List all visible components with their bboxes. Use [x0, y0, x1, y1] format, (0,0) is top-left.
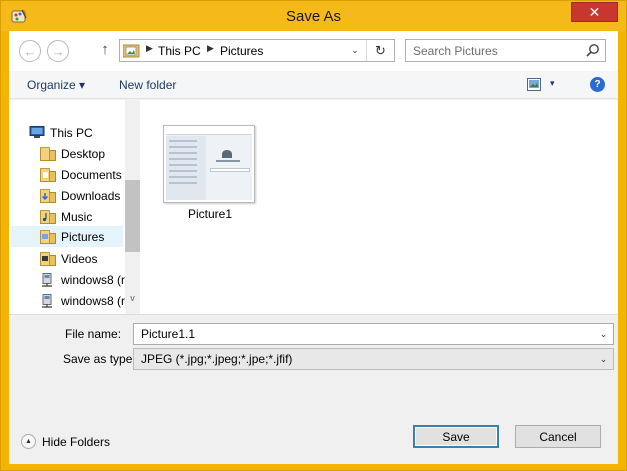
browser-area: This PC Desktop Documents Downloads Musi… [9, 100, 618, 314]
dialog-body: ← → ↑ ▶ This PC ▶ Pictures ⌄ ↻ Search Pi… [9, 31, 618, 464]
up-button[interactable]: ↑ [97, 41, 113, 61]
address-bar[interactable]: ▶ This PC ▶ Pictures ⌄ ↻ [119, 39, 395, 62]
nav-item-network-drive[interactable]: windows8 (r [40, 269, 125, 290]
nav-item-label: Pictures [61, 229, 105, 244]
window-title: Save As [285, 8, 342, 25]
search-input[interactable] [406, 40, 581, 61]
nav-scrollbar-thumb[interactable] [125, 180, 140, 252]
nav-item-label: Music [61, 209, 93, 224]
folder-download-icon [40, 188, 56, 203]
view-options-dropdown[interactable]: ▾ [550, 78, 555, 89]
change-view-icon[interactable] [527, 78, 541, 91]
chevron-down-icon[interactable]: ⌄ [597, 352, 610, 366]
nav-item-downloads[interactable]: Downloads [40, 185, 120, 206]
new-folder-button[interactable]: New folder [119, 78, 176, 92]
back-button[interactable]: ← [19, 40, 41, 62]
nav-item-music[interactable]: Music [40, 206, 92, 227]
folder-music-icon [40, 209, 56, 224]
help-glyph: ? [594, 79, 601, 90]
cancel-button[interactable]: Cancel [515, 425, 601, 448]
network-drive-icon [42, 272, 52, 287]
breadcrumb-this-pc[interactable]: This PC [158, 44, 201, 58]
save-as-type-value: JPEG (*.jpg;*.jpeg;*.jpe;*.jfif) [141, 352, 293, 366]
forward-button[interactable]: → [47, 40, 69, 62]
help-icon[interactable]: ? [590, 77, 605, 92]
network-drive-icon [42, 293, 52, 308]
folder-icon [40, 251, 56, 266]
command-bar: Organize ▾ New folder ▾ ? [9, 71, 618, 99]
nav-item-label: windows8 (r [61, 293, 126, 308]
search-box[interactable] [405, 39, 606, 62]
file-item-name[interactable]: Picture1 [163, 207, 257, 221]
file-name-label: File name: [65, 327, 122, 341]
folder-icon [40, 167, 56, 182]
save-as-type-label: Save as type: [63, 352, 136, 366]
nav-item-label: Documents [61, 167, 122, 182]
save-button[interactable]: Save [413, 425, 499, 448]
back-arrow-icon: ← [23, 43, 37, 59]
refresh-icon: ↻ [375, 42, 386, 58]
nav-item-label: windows8 (r [61, 272, 126, 287]
nav-item-pictures[interactable]: Pictures [11, 226, 123, 247]
nav-item-label: Desktop [61, 146, 106, 161]
search-icon [586, 44, 599, 57]
title-bar[interactable]: Save As ✕ [1, 1, 626, 31]
scroll-down-arrow-icon[interactable]: v [125, 290, 140, 306]
save-as-dialog: Save As ✕ ← → ↑ ▶ This PC ▶ Pictures ⌄ ↻… [0, 0, 627, 471]
folder-icon [40, 229, 56, 244]
computer-icon [29, 126, 45, 138]
nav-item-label: Videos [61, 251, 98, 266]
navigation-bar: ← → ↑ ▶ This PC ▶ Pictures ⌄ ↻ Search Pi… [9, 31, 618, 71]
chevron-down-icon[interactable]: ⌄ [597, 327, 610, 341]
refresh-button[interactable]: ↻ [366, 40, 394, 61]
close-icon: ✕ [588, 3, 601, 20]
up-arrow-icon: ↑ [101, 41, 109, 58]
hide-folders-button[interactable]: ▲ Hide Folders [21, 434, 110, 449]
navigation-pane: This PC Desktop Documents Downloads Musi… [9, 100, 141, 314]
nav-item-label: Downloads [61, 188, 121, 203]
file-name-combo[interactable]: ⌄ [133, 323, 614, 345]
hide-folders-label: Hide Folders [42, 434, 111, 449]
breadcrumb-separator-icon: ▶ [146, 43, 153, 53]
pictures-folder-icon [123, 44, 140, 58]
file-list: Picture1 [142, 100, 618, 314]
nav-item-network-drive[interactable]: windows8 (r [40, 290, 125, 311]
nav-item-videos[interactable]: Videos [40, 248, 97, 269]
nav-item-this-pc[interactable]: This PC [29, 122, 93, 143]
file-name-input[interactable] [134, 324, 589, 344]
folder-icon [40, 146, 56, 161]
chevron-down-icon: ⌄ [351, 45, 359, 55]
organize-menu[interactable]: Organize ▾ [27, 78, 85, 92]
forward-arrow-icon: → [51, 43, 65, 59]
button-bar: ▲ Hide Folders Save Cancel [9, 382, 618, 464]
breadcrumb-pictures[interactable]: Pictures [220, 44, 263, 58]
file-item-thumbnail[interactable] [163, 125, 255, 203]
image-thumbnail [166, 128, 252, 200]
save-form: File name: ⌄ Save as type: JPEG (*.jpg;*… [9, 314, 618, 382]
save-as-type-select[interactable]: JPEG (*.jpg;*.jpeg;*.jpe;*.jfif) ⌄ [133, 348, 614, 370]
breadcrumb-separator-icon: ▶ [207, 43, 214, 53]
close-button[interactable]: ✕ [571, 2, 618, 22]
nav-item-documents[interactable]: Documents [40, 164, 122, 185]
nav-item-desktop[interactable]: Desktop [40, 143, 105, 164]
address-history-dropdown[interactable]: ⌄ [346, 40, 364, 61]
nav-item-label: This PC [50, 125, 93, 140]
collapse-up-icon: ▲ [21, 434, 36, 449]
